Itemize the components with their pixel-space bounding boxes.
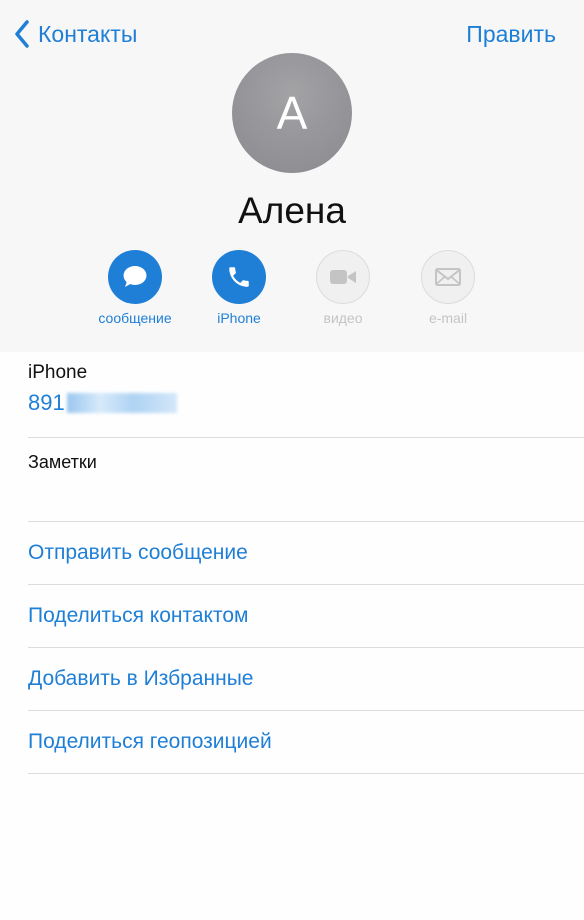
notes-label: Заметки: [28, 452, 97, 472]
video-action-label: видео: [323, 310, 363, 326]
notes-section[interactable]: Заметки: [28, 438, 584, 522]
chevron-left-icon: [15, 20, 29, 48]
contact-card-screen: Контакты Править А Алена сообщение iPhon…: [0, 0, 584, 920]
send-message-link[interactable]: Отправить сообщение: [28, 522, 584, 585]
phone-icon: [212, 250, 266, 304]
phone-number[interactable]: 891: [28, 390, 584, 416]
avatar: А: [232, 53, 352, 173]
message-icon: [108, 250, 162, 304]
contact-name: Алена: [238, 190, 346, 231]
phone-number-visible: 891: [28, 390, 65, 415]
phone-section[interactable]: iPhone 891: [28, 362, 584, 438]
video-action-button[interactable]: видео: [293, 250, 393, 326]
mail-action-label: e-mail: [428, 310, 468, 326]
call-action-label: iPhone: [217, 310, 261, 326]
message-action-button[interactable]: сообщение: [85, 250, 185, 326]
phone-label: iPhone: [28, 362, 88, 383]
message-action-label: сообщение: [98, 310, 172, 326]
add-to-favorites-link[interactable]: Добавить в Избранные: [28, 648, 584, 711]
share-location-link[interactable]: Поделиться геопозицией: [28, 711, 584, 774]
video-icon: [316, 250, 370, 304]
call-action-button[interactable]: iPhone: [189, 250, 289, 326]
back-button[interactable]: Контакты: [14, 16, 137, 52]
edit-button[interactable]: Править: [466, 16, 556, 52]
share-contact-link[interactable]: Поделиться контактом: [28, 585, 584, 648]
back-button-label: Контакты: [38, 20, 138, 47]
phone-number-redacted: [66, 393, 177, 413]
mail-action-button[interactable]: e-mail: [398, 250, 498, 326]
mail-icon: [421, 250, 475, 304]
contact-header: Контакты Править А Алена сообщение iPhon…: [0, 0, 584, 352]
